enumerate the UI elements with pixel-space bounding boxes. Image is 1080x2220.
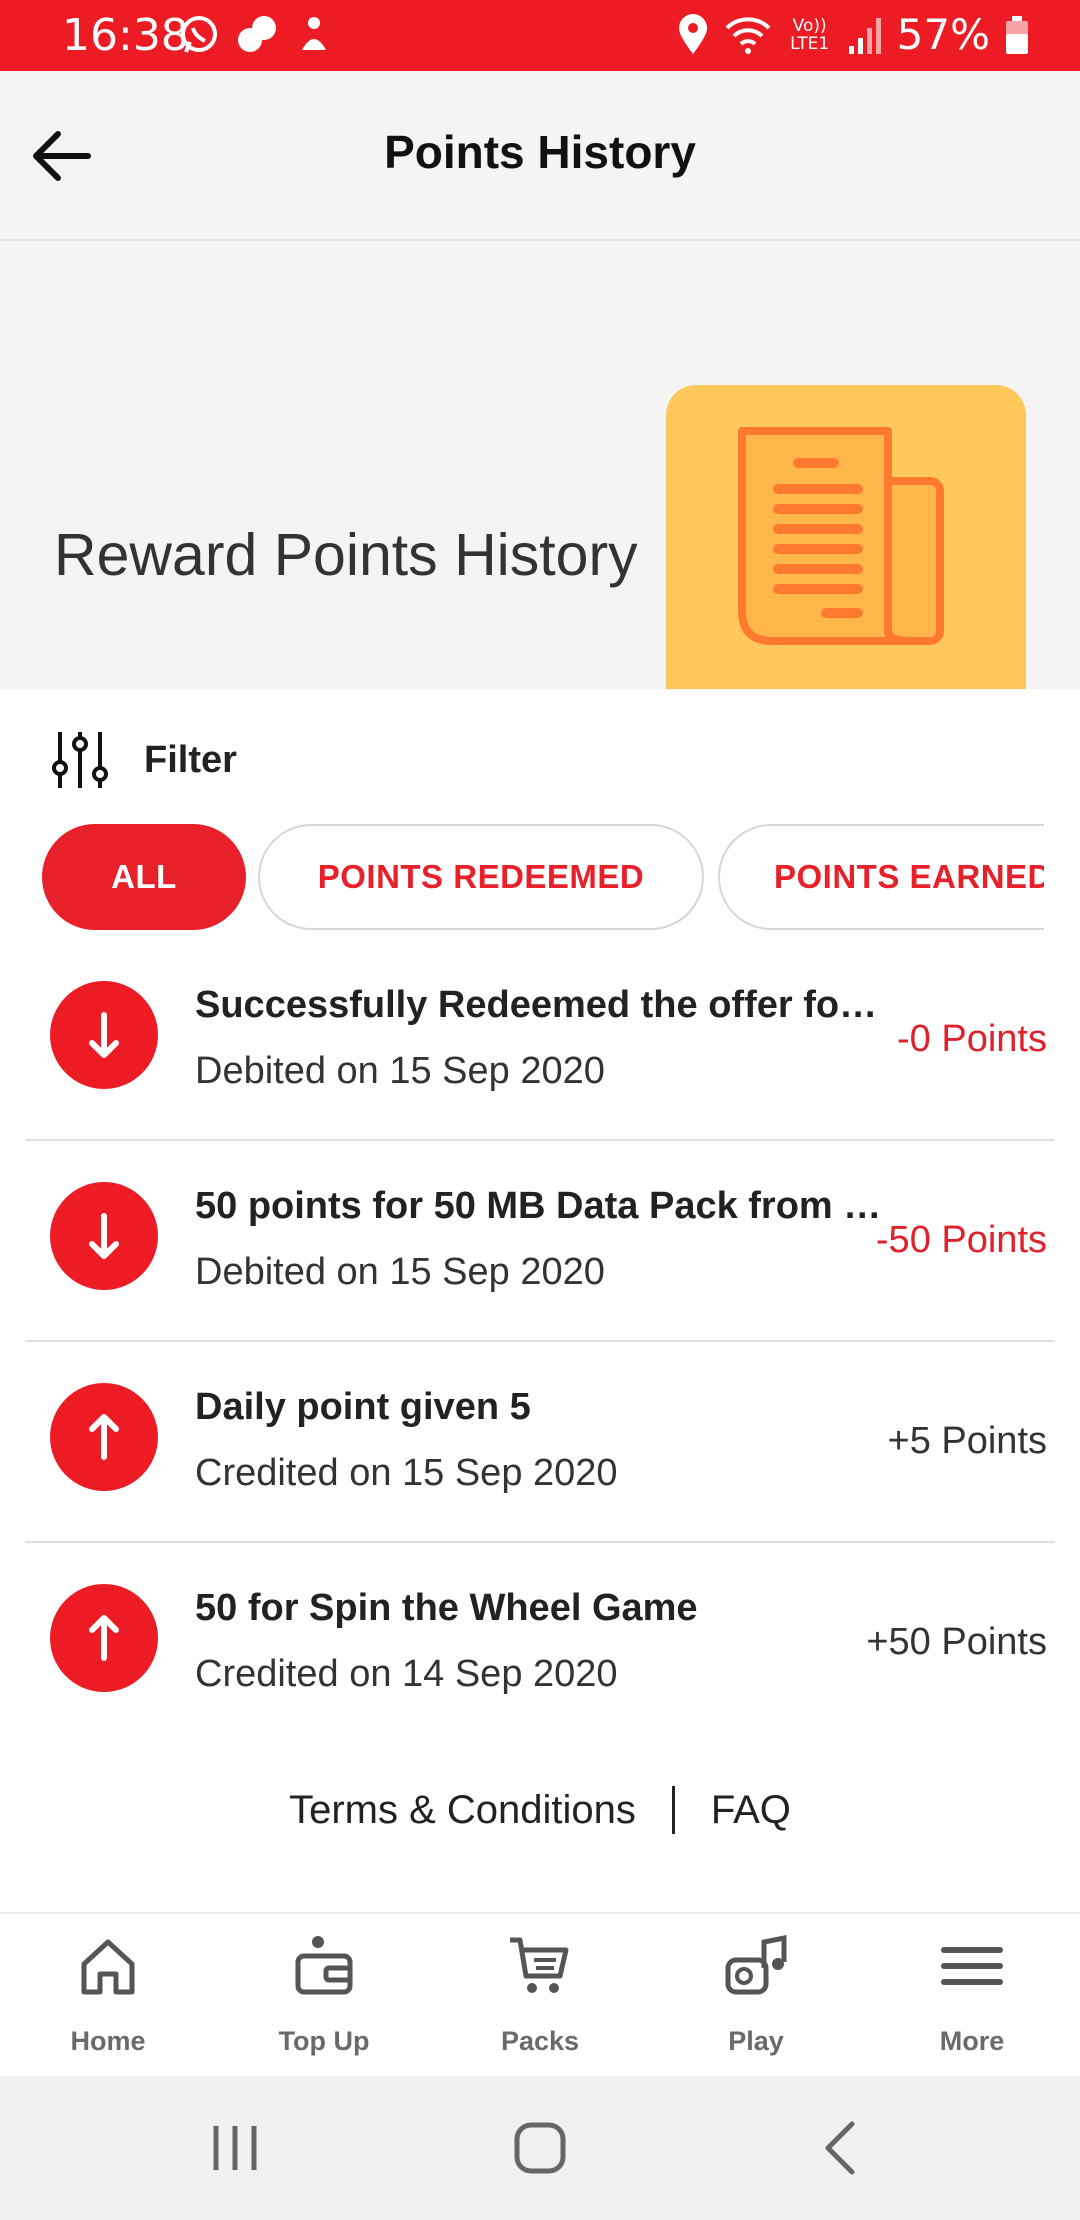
- battery-percent: 57%: [896, 10, 990, 59]
- home-button[interactable]: [512, 2120, 568, 2176]
- chat-icon: [238, 16, 276, 52]
- page-title: Points History: [384, 126, 696, 178]
- network-label: Vo)) LTE1: [790, 15, 830, 54]
- nav-more[interactable]: More: [864, 1914, 1080, 2078]
- hero-title: Reward Points History: [54, 522, 638, 588]
- cart-icon: [510, 1937, 569, 1993]
- transaction-row[interactable]: 50 for Spin the Wheel Game Credited on 1…: [25, 1543, 1055, 1744]
- signal-icon: [848, 17, 881, 54]
- whatsapp-icon: [181, 16, 217, 53]
- transaction-date: Credited on 14 Sep 2020: [195, 1653, 618, 1695]
- transaction-title: Daily point given 5: [195, 1386, 531, 1428]
- transaction-points: -0 Points: [897, 1018, 1047, 1060]
- status-bar: 16:38 Vo)) LTE1 57%: [0, 0, 1080, 71]
- back-nav-button[interactable]: [820, 2120, 860, 2176]
- transaction-row[interactable]: 50 points for 50 MB Data Pack from the o…: [25, 1141, 1055, 1342]
- transaction-points: -50 Points: [875, 1219, 1047, 1261]
- transaction-row[interactable]: Daily point given 5 Credited on 15 Sep 2…: [25, 1342, 1055, 1543]
- recent-apps-button[interactable]: [210, 2122, 260, 2174]
- footer-links: Terms & Conditions FAQ: [0, 1786, 1080, 1834]
- sliders-icon: [52, 732, 108, 788]
- arrow-up-icon: [50, 1383, 158, 1491]
- faq-link[interactable]: FAQ: [711, 1788, 791, 1833]
- hero-banner: Reward Points History: [0, 241, 1080, 689]
- nav-home[interactable]: Home: [0, 1914, 216, 2078]
- wallet-icon: [295, 1936, 353, 1995]
- terms-link[interactable]: Terms & Conditions: [289, 1788, 636, 1833]
- arrow-up-icon: [50, 1584, 158, 1692]
- transaction-title: 50 for Spin the Wheel Game: [195, 1587, 698, 1629]
- transaction-date: Credited on 15 Sep 2020: [195, 1452, 618, 1494]
- music-icon: [725, 1934, 787, 1995]
- footer-divider: [671, 1786, 675, 1834]
- battery-icon: [1006, 15, 1028, 54]
- nav-top-up[interactable]: Top Up: [216, 1914, 432, 2078]
- arrow-down-icon: [50, 981, 158, 1089]
- transaction-row[interactable]: Successfully Redeemed the offer for 0 Po…: [25, 940, 1055, 1141]
- transaction-points: +5 Points: [887, 1420, 1048, 1462]
- filter-label: Filter: [144, 738, 237, 781]
- notification-icons: [178, 14, 334, 56]
- home-icon: [81, 1939, 135, 1995]
- transaction-list: Successfully Redeemed the offer for 0 Po…: [0, 940, 1080, 1744]
- transaction-date: Debited on 15 Sep 2020: [195, 1251, 605, 1293]
- bottom-nav: Home Top Up Packs Play More: [0, 1912, 1080, 2076]
- arrow-down-icon: [50, 1182, 158, 1290]
- filter-chips: ALL POINTS REDEEMED POINTS EARNED: [42, 824, 1044, 930]
- chip-points-earned-label: POINTS EARNED: [774, 858, 1044, 895]
- nav-label: Play: [728, 2026, 784, 2056]
- location-icon: [678, 13, 707, 54]
- system-navigation-bar: [0, 2076, 1080, 2220]
- chip-points-earned[interactable]: POINTS EARNED: [718, 824, 1044, 930]
- receipt-icon: [738, 427, 944, 645]
- hero-illustration: [666, 385, 1026, 689]
- transaction-title: Successfully Redeemed the offer for 0 Po…: [195, 984, 885, 1026]
- transaction-points: +50 Points: [866, 1621, 1047, 1663]
- transaction-date: Debited on 15 Sep 2020: [195, 1050, 605, 1092]
- transaction-title: 50 points for 50 MB Data Pack from the o…: [195, 1185, 885, 1227]
- nav-packs[interactable]: Packs: [432, 1914, 648, 2078]
- nav-play[interactable]: Play: [648, 1914, 864, 2078]
- chip-all[interactable]: ALL: [42, 824, 246, 930]
- status-right: Vo)) LTE1 57%: [677, 10, 1030, 59]
- nav-label: Top Up: [278, 2026, 370, 2056]
- menu-icon: [941, 1947, 1003, 1985]
- chip-points-redeemed[interactable]: POINTS REDEEMED: [258, 824, 704, 930]
- wifi-icon: [725, 16, 771, 54]
- nav-label: More: [939, 2026, 1005, 2056]
- filter-button[interactable]: Filter: [52, 730, 237, 790]
- notification-icon: [302, 17, 326, 50]
- app-bar: Points History: [0, 71, 1080, 241]
- nav-label: Packs: [500, 2026, 580, 2056]
- status-time: 16:38: [62, 10, 189, 61]
- nav-label: Home: [70, 2026, 146, 2056]
